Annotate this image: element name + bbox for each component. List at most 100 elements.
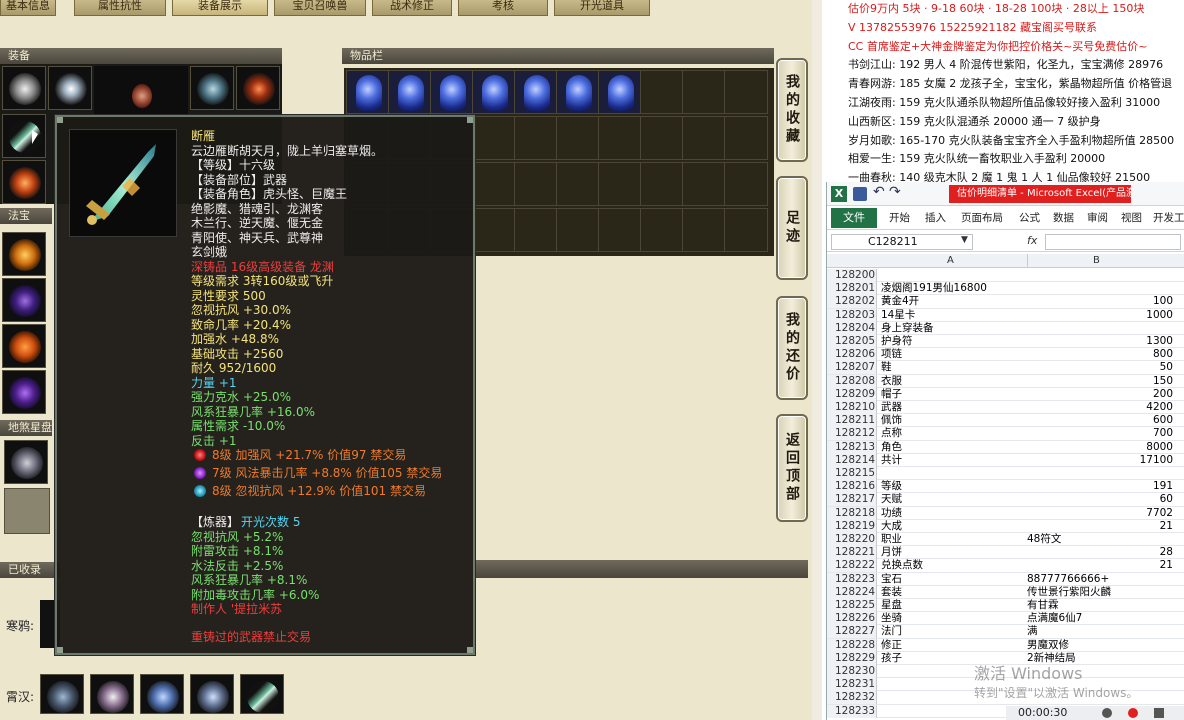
save-icon[interactable] xyxy=(853,187,867,201)
cell-b[interactable]: 88777766666+ xyxy=(1027,573,1173,586)
cell-b[interactable]: 满 xyxy=(1027,625,1173,638)
item-slot-filled[interactable] xyxy=(346,70,390,114)
ribbon-tab-data[interactable]: 数据 xyxy=(1053,210,1074,225)
row-number[interactable]: 128214 xyxy=(827,453,877,467)
cell-b[interactable]: 800 xyxy=(1027,348,1173,361)
sheet-row[interactable]: 128204 身上穿装备 xyxy=(827,321,1184,335)
cell-a[interactable]: 宝石 xyxy=(881,573,1031,586)
cell-b[interactable]: 8000 xyxy=(1027,441,1173,454)
listing-line[interactable]: 书剑江山: 192 男人 4 阶混传世紫阳，化圣九，宝宝满修 28976 xyxy=(848,58,1163,72)
row-number[interactable]: 128228 xyxy=(827,638,877,652)
row-number[interactable]: 128222 xyxy=(827,559,877,573)
row-number[interactable]: 128217 xyxy=(827,493,877,507)
sheet-row[interactable]: 128212 点称 700 xyxy=(827,427,1184,441)
cell-a[interactable]: 兑换点数 xyxy=(881,559,1031,572)
item-slot-empty[interactable] xyxy=(514,208,558,252)
cell-a[interactable]: 坐骑 xyxy=(881,612,1031,625)
row-number[interactable]: 128230 xyxy=(827,665,877,678)
ribbon-tab-review[interactable]: 审阅 xyxy=(1087,210,1108,225)
row-number[interactable]: 128211 xyxy=(827,414,877,428)
cell-b[interactable]: 100 xyxy=(1027,295,1173,308)
cell-a[interactable]: 武器 xyxy=(881,401,1031,414)
row-number[interactable]: 128227 xyxy=(827,625,877,639)
xingpan-slot[interactable] xyxy=(4,440,48,484)
tab-attributes[interactable]: 属性抗性 xyxy=(74,0,166,16)
equip-slot-accessory[interactable] xyxy=(236,66,280,110)
name-box[interactable]: C128211 xyxy=(831,234,973,250)
item-slot-empty[interactable] xyxy=(724,116,768,160)
item-slot-empty[interactable] xyxy=(682,162,726,206)
equip-slot-hat[interactable] xyxy=(2,66,46,110)
row-number[interactable]: 128215 xyxy=(827,467,877,480)
listing-line[interactable]: 岁月如歌: 165-170 克火队装备宝宝齐全入手盈利物超所值 28500 xyxy=(848,134,1174,148)
cell-a[interactable]: 佩饰 xyxy=(881,414,1031,427)
listing-line[interactable]: 江湖夜雨: 159 克火队通杀队物超所值品像较好接入盈利 31000 xyxy=(848,96,1160,110)
nav-my-favorites-button[interactable]: 我的收藏 xyxy=(776,58,808,162)
cell-a[interactable]: 帽子 xyxy=(881,388,1031,401)
nav-my-offers-button[interactable]: 我的还价 xyxy=(776,296,808,400)
row-number[interactable]: 128226 xyxy=(827,612,877,626)
item-slot-filled[interactable] xyxy=(388,70,432,114)
cell-b[interactable]: 4200 xyxy=(1027,401,1173,414)
fabao-slot-4[interactable] xyxy=(2,370,46,414)
listing-line[interactable]: 青春网游: 185 女魔 2 龙孩子全，宝宝化，紫晶物超所值 价格管退 xyxy=(848,77,1172,91)
cell-a[interactable]: 鞋 xyxy=(881,361,1031,374)
collected-item-4[interactable] xyxy=(190,674,234,714)
cell-a[interactable]: 衣服 xyxy=(881,375,1031,388)
record-icon[interactable] xyxy=(1128,708,1138,718)
cell-a[interactable]: 黄金4开 xyxy=(881,295,1031,308)
cell-b[interactable]: 191 xyxy=(1027,480,1173,493)
item-slot-empty[interactable] xyxy=(724,70,768,114)
pause-icon[interactable] xyxy=(1102,708,1112,718)
stop-icon[interactable] xyxy=(1154,708,1164,718)
row-number[interactable]: 128218 xyxy=(827,506,877,520)
formula-input[interactable] xyxy=(1045,234,1181,250)
row-number[interactable]: 128232 xyxy=(827,691,877,705)
row-number[interactable]: 128216 xyxy=(827,480,877,494)
row-number[interactable]: 128203 xyxy=(827,308,877,322)
row-number[interactable]: 128208 xyxy=(827,374,877,388)
cell-a[interactable]: 修正 xyxy=(881,639,1031,652)
row-number[interactable]: 128221 xyxy=(827,546,877,560)
equip-slot-armor[interactable] xyxy=(190,66,234,110)
sheet-row[interactable]: 128208 衣服 150 xyxy=(827,374,1184,388)
item-slot-empty[interactable] xyxy=(598,116,642,160)
tab-pets[interactable]: 宝贝召唤兽 xyxy=(274,0,366,16)
cell-b[interactable]: 28 xyxy=(1027,546,1173,559)
sheet-row[interactable]: 128210 武器 4200 xyxy=(827,401,1184,415)
item-slot-empty[interactable] xyxy=(682,208,726,252)
cell-b[interactable]: 50 xyxy=(1027,361,1173,374)
tab-tactics[interactable]: 战术修正 xyxy=(372,0,452,16)
sheet-row[interactable]: 128209 帽子 200 xyxy=(827,387,1184,401)
row-number[interactable]: 128231 xyxy=(827,678,877,692)
row-number[interactable]: 128219 xyxy=(827,519,877,533)
item-slot-empty[interactable] xyxy=(598,162,642,206)
cell-a[interactable]: 角色 xyxy=(881,441,1031,454)
item-slot-empty[interactable] xyxy=(556,162,600,206)
column-header-b[interactable]: B xyxy=(1093,255,1100,266)
nav-back-to-top-button[interactable]: 返回顶部 xyxy=(776,414,808,522)
row-number[interactable]: 128225 xyxy=(827,599,877,612)
cell-a[interactable]: 身上穿装备 xyxy=(881,322,1031,335)
item-slot-empty[interactable] xyxy=(640,116,684,160)
item-slot-empty[interactable] xyxy=(682,116,726,160)
item-slot-empty[interactable] xyxy=(556,208,600,252)
ribbon-tab-home[interactable]: 开始 xyxy=(889,210,910,225)
item-slot-empty[interactable] xyxy=(472,208,516,252)
row-number[interactable]: 128212 xyxy=(827,427,877,441)
item-slot-empty[interactable] xyxy=(514,162,558,206)
listing-line[interactable]: 山西新区: 159 克火队混通杀 20000 通一 7 级护身 xyxy=(848,115,1101,129)
chevron-down-icon[interactable]: ▼ xyxy=(961,235,968,245)
sheet-row[interactable]: 128213 角色 8000 xyxy=(827,440,1184,454)
item-slot-empty[interactable] xyxy=(598,208,642,252)
cell-b[interactable]: 17100 xyxy=(1027,454,1173,467)
item-slot-empty[interactable] xyxy=(724,162,768,206)
cell-b[interactable]: 有甘霖 xyxy=(1027,599,1173,612)
cell-b[interactable]: 60 xyxy=(1027,493,1173,506)
sheet-row[interactable]: 128200 xyxy=(827,269,1184,283)
row-number[interactable]: 128233 xyxy=(827,704,877,718)
item-slot-filled[interactable] xyxy=(556,70,600,114)
equip-slot-necklace[interactable] xyxy=(48,66,92,110)
sheet-row[interactable]: 128217 天赋 60 xyxy=(827,493,1184,507)
row-number[interactable]: 128206 xyxy=(827,348,877,362)
